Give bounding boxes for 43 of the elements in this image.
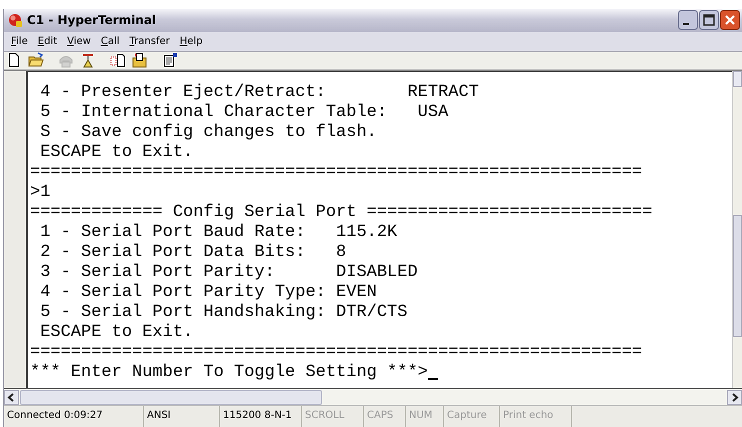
status-field: SCROLL (302, 406, 364, 427)
terminal-line: ESCAPE to Exit. (39, 322, 194, 343)
status-field: CAPS (364, 406, 406, 427)
menu-item[interactable]: Help (174, 36, 208, 47)
close-button[interactable] (720, 10, 740, 30)
terminal-line: ESCAPE to Exit. (39, 142, 194, 163)
terminal-line: ============================================================ (30, 342, 642, 363)
terminal-line: >1 (30, 182, 50, 203)
maximize-button[interactable] (699, 10, 719, 30)
status-field: Capture (444, 406, 500, 427)
terminal-line: 3 - Serial Port Parity: DISABLED (39, 262, 418, 283)
menu-item[interactable]: Transfer (124, 36, 175, 47)
terminal-line: 4 - Serial Port Parity Type: EVEN (39, 282, 377, 303)
window-title: C1 - HyperTerminal (27, 13, 158, 28)
new-file-icon[interactable] (6, 52, 22, 68)
properties-icon[interactable] (162, 52, 178, 68)
terminal-line: 1 - Serial Port Baud Rate: 115.2K (39, 222, 398, 243)
terminal-line: S - Save config changes to flash. (39, 122, 377, 143)
scroll-right-button[interactable] (727, 390, 742, 405)
status-field: NUM (406, 406, 444, 427)
status-field: Connected 0:09:27 (4, 406, 144, 427)
status-field: 115200 8-N-1 (220, 406, 302, 427)
terminal-line: ============= Config Serial Port ============================ (30, 202, 652, 223)
menu-item[interactable]: View (62, 36, 96, 47)
send-file-icon[interactable] (110, 52, 126, 68)
scroll-left-button[interactable] (4, 390, 19, 405)
terminal-line: 5 - Serial Port Handshaking: DTR/CTS (39, 302, 408, 323)
terminal-screen[interactable] (26, 70, 732, 388)
scrollbar-thumb[interactable] (20, 390, 322, 406)
terminal-line: ============================================================ (30, 162, 642, 183)
terminal-line: 2 - Serial Port Data Bits: 8 (39, 242, 346, 263)
menu-item[interactable]: Call (96, 36, 125, 47)
terminal-line: *** Enter Number To Toggle Setting ***> (30, 362, 428, 383)
minimize-button[interactable] (678, 10, 698, 30)
menu-item[interactable]: File (6, 36, 33, 47)
open-folder-icon[interactable] (28, 52, 44, 68)
terminal-line: 5 - International Character Table: USA (39, 102, 448, 123)
terminal-line: 4 - Presenter Eject/Retract: RETRACT (39, 82, 479, 103)
status-field: ANSI (144, 406, 220, 427)
vertical-scrollbar[interactable] (732, 70, 742, 388)
menu-item[interactable]: Edit (32, 36, 62, 47)
status-field: Print echo (500, 406, 572, 427)
receive-file-icon[interactable] (132, 52, 148, 68)
